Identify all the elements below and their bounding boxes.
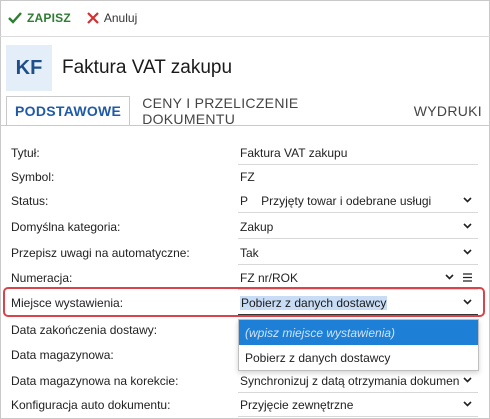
save-button[interactable]: ZAPISZ xyxy=(8,11,71,25)
data-zakonczenia-label: Data zakończenia dostawy: xyxy=(11,323,158,337)
kategoria-label: Domyślna kategoria: xyxy=(11,220,121,234)
miejsce-select[interactable]: Pobierz z danych dostawcy xyxy=(238,293,478,315)
tytul-input[interactable]: Faktura VAT zakupu xyxy=(238,143,478,165)
przepisz-label: Przepisz uwagi na automatyczne: xyxy=(11,246,190,260)
konfiguracja-label: Konfiguracja auto dokumentu: xyxy=(11,398,171,412)
chevron-down-icon xyxy=(463,401,472,407)
data-korekta-value: Synchronizuj z datą otrzymania dokumen xyxy=(240,374,460,388)
tab-bar: PODSTAWOWE CENY I PRZELICZENIE DOKUMENTU… xyxy=(0,95,490,127)
chevron-down-icon xyxy=(463,299,472,305)
document-header: KF Faktura VAT zakupu xyxy=(0,45,490,91)
tab-wydruki[interactable]: WYDRUKI xyxy=(406,96,490,126)
miejsce-value: Pobierz z danych dostawcy xyxy=(240,296,388,310)
status-select[interactable]: P Przyjęty towar i odebrane usługi xyxy=(238,191,478,213)
form-row-kategoria: Domyślna kategoria: Zakup xyxy=(0,217,490,239)
numeracja-value: FZ nr/ROK xyxy=(240,271,299,285)
kategoria-select[interactable]: Zakup xyxy=(238,217,478,239)
status-value: Przyjęty towar i odebrane usługi xyxy=(261,194,432,208)
data-korekta-label: Data magazynowa na korekcie: xyxy=(11,374,179,388)
symbol-value: FZ xyxy=(240,170,255,184)
status-code: P xyxy=(240,194,248,208)
toolbar-divider xyxy=(0,36,490,37)
dropdown-option[interactable]: Pobierz z danych dostawcy xyxy=(239,345,478,370)
form-row-symbol: Symbol: FZ xyxy=(0,167,490,189)
konfiguracja-select[interactable]: Przyjęcie zewnętrzne xyxy=(238,395,478,417)
form-row-tytul: Tytuł: Faktura VAT zakupu xyxy=(0,143,490,165)
chevron-down-icon xyxy=(463,377,472,383)
tytul-value: Faktura VAT zakupu xyxy=(240,146,348,160)
chevron-down-icon xyxy=(445,274,454,280)
cancel-button[interactable]: Anuluj xyxy=(87,11,137,25)
form-row-status: Status: P Przyjęty towar i odebrane usłu… xyxy=(0,191,490,213)
tabs-divider xyxy=(0,125,490,126)
przepisz-select[interactable]: Tak xyxy=(238,243,478,265)
kategoria-value: Zakup xyxy=(240,220,274,234)
konfiguracja-value: Przyjęcie zewnętrzne xyxy=(240,398,354,412)
chevron-down-icon xyxy=(463,223,472,229)
symbol-label: Symbol: xyxy=(11,170,55,184)
data-korekta-select[interactable]: Synchronizuj z datą otrzymania dokumen xyxy=(238,371,478,393)
tab-ceny[interactable]: CENY I PRZELICZENIE DOKUMENTU xyxy=(134,95,402,127)
cancel-label: Anuluj xyxy=(103,11,138,25)
form-row-przepisz: Przepisz uwagi na automatyczne: Tak xyxy=(0,243,490,265)
miejsce-label: Miejsce wystawienia: xyxy=(11,296,124,310)
chevron-down-icon xyxy=(463,197,472,203)
document-type-badge: KF xyxy=(6,45,52,91)
form-row-miejsce: Miejsce wystawienia: Pobierz z danych do… xyxy=(0,293,490,315)
form-row-konfiguracja: Konfiguracja auto dokumentu: Przyjęcie z… xyxy=(0,395,490,417)
page-title: Faktura VAT zakupu xyxy=(62,57,233,78)
toolbar: ZAPISZ Anuluj xyxy=(0,0,490,36)
close-icon xyxy=(87,12,99,24)
tytul-label: Tytuł: xyxy=(11,146,40,160)
checkmark-icon xyxy=(8,12,22,24)
save-label: ZAPISZ xyxy=(27,11,71,25)
dropdown-option[interactable]: (wpisz miejsce wystawienia) xyxy=(239,320,478,345)
przepisz-value: Tak xyxy=(240,246,259,260)
menu-icon[interactable] xyxy=(463,273,472,282)
tab-podstawowe[interactable]: PODSTAWOWE xyxy=(6,96,131,126)
form-row-data-korekta: Data magazynowa na korekcie: Synchronizu… xyxy=(0,371,490,393)
chevron-down-icon xyxy=(463,249,472,255)
numeracja-label: Numeracja: xyxy=(11,271,73,285)
status-label: Status: xyxy=(11,194,49,208)
miejsce-dropdown: (wpisz miejsce wystawienia) Pobierz z da… xyxy=(238,319,479,371)
data-magazynowa-label: Data magazynowa: xyxy=(11,348,114,362)
